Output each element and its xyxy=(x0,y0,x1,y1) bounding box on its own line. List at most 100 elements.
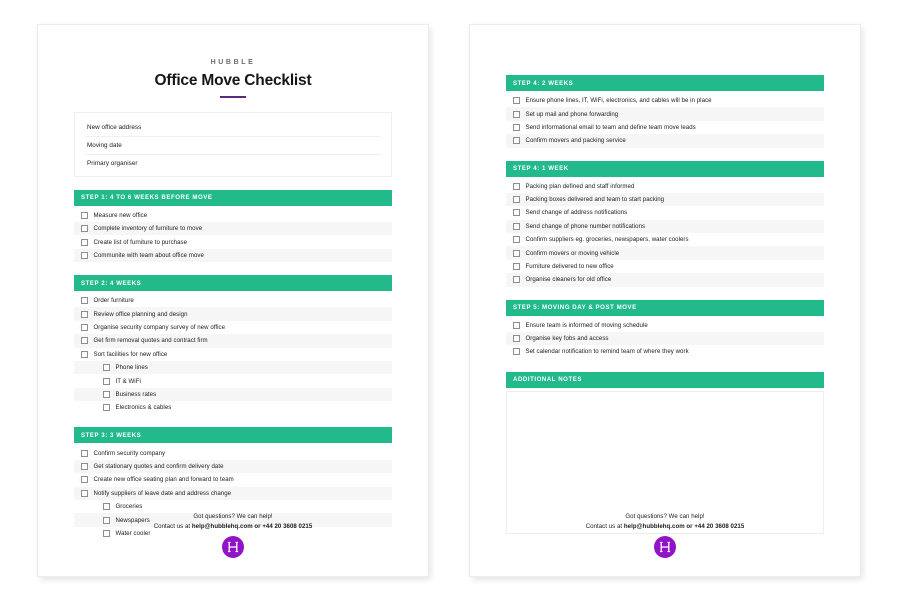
checkbox-icon[interactable] xyxy=(513,110,520,118)
checklist-item[interactable]: Packing plan defined and staff informed xyxy=(506,180,824,193)
move-details-box: New office address Moving date Primary o… xyxy=(74,111,392,177)
checkbox-icon[interactable] xyxy=(81,324,88,332)
checklist-item-label: Set calendar notification to remind team… xyxy=(525,348,689,356)
checklist-item[interactable]: Confirm security company xyxy=(74,446,392,459)
checklist-item-label: Ensure team is informed of moving schedu… xyxy=(525,321,648,329)
page-right: STEP 4: 2 WEEKS Ensure phone lines, IT, W… xyxy=(470,25,860,576)
checklist-item[interactable]: Measure new office xyxy=(74,209,392,222)
checklist-item[interactable]: Create new office seating plan and forwa… xyxy=(74,473,392,486)
checkbox-icon[interactable] xyxy=(81,211,88,219)
checklist-item[interactable]: Ensure team is informed of moving schedu… xyxy=(506,319,824,332)
checkbox-icon[interactable] xyxy=(103,404,110,412)
title-divider xyxy=(220,96,246,98)
checklist-items: Ensure team is informed of moving schedu… xyxy=(506,319,824,359)
checklist-item-label: Phone lines xyxy=(115,364,148,372)
checkbox-icon[interactable] xyxy=(513,137,520,145)
checklist-spread: HUBBLE Office Move Checklist New office … xyxy=(0,0,898,598)
checkbox-icon[interactable] xyxy=(81,463,88,471)
checklist-item[interactable]: Review office planning and design xyxy=(74,307,392,321)
checklist-item[interactable]: Confirm suppliers eg. groceries, newspap… xyxy=(506,233,824,246)
checklist-item[interactable]: Phone lines xyxy=(74,360,392,375)
checkbox-icon[interactable] xyxy=(81,310,88,318)
checklist-item[interactable]: Groceries xyxy=(74,500,392,513)
page-title: Office Move Checklist xyxy=(154,72,312,89)
checklist-item-label: Set up mail and phone forwarding xyxy=(525,110,619,118)
checklist-section-step-1-4-to-6-weeks-before-move: STEP 1: 4 TO 6 WEEKS BEFORE MOVE Measure … xyxy=(74,189,392,263)
checklist-items: Order furniture Review office planning an… xyxy=(74,294,392,414)
hubble-logo xyxy=(222,536,244,558)
checklist-item[interactable]: Notify suppliers of leave date and addre… xyxy=(74,486,392,500)
checklist-item-label: Review office planning and design xyxy=(93,310,188,318)
detail-field-primary-organiser[interactable]: Primary organiser xyxy=(85,155,381,172)
detail-field-new-office-address[interactable]: New office address xyxy=(85,119,381,137)
checklist-item[interactable]: Ensure phone lines, IT, WiFi, electronic… xyxy=(506,94,824,107)
checkbox-icon[interactable] xyxy=(513,196,520,204)
checklist-item[interactable]: Furniture delivered to new office xyxy=(506,260,824,273)
checkbox-icon[interactable] xyxy=(81,449,88,457)
checklist-item[interactable]: Send informational email to team and def… xyxy=(506,121,824,134)
document-header: HUBBLE Office Move Checklist xyxy=(74,25,392,98)
checkbox-icon[interactable] xyxy=(81,225,88,233)
checklist-item[interactable]: Get stationary quotes and confirm delive… xyxy=(74,459,392,474)
checklist-item[interactable]: Set calendar notification to remind team… xyxy=(506,345,824,358)
checkbox-icon[interactable] xyxy=(513,348,520,356)
checklist-item[interactable]: Send change of phone number notification… xyxy=(506,219,824,233)
hubble-h-icon xyxy=(659,541,671,553)
footer-contact-prefix: Contact us at xyxy=(153,523,192,530)
checklist-item-label: Packing boxes delivered and team to star… xyxy=(525,196,665,204)
checkbox-icon[interactable] xyxy=(513,209,520,217)
section-heading: STEP 1: 4 TO 6 WEEKS BEFORE MOVE xyxy=(74,189,392,206)
checkbox-icon[interactable] xyxy=(513,262,520,270)
checklist-item[interactable]: Organise security company survey of new … xyxy=(74,321,392,334)
checkbox-icon[interactable] xyxy=(81,251,88,259)
checklist-item[interactable]: Set up mail and phone forwarding xyxy=(506,107,824,121)
checkbox-icon[interactable] xyxy=(81,297,88,305)
footer-contact: Contact us at help@hubblehq.com or +44 2… xyxy=(74,523,392,530)
checklist-item[interactable]: Business rates xyxy=(74,387,392,402)
checkbox-icon[interactable] xyxy=(513,236,520,244)
checkbox-icon[interactable] xyxy=(513,123,520,131)
checklist-item-label: Furniture delivered to new office xyxy=(525,262,614,270)
checkbox-icon[interactable] xyxy=(81,489,88,497)
checklist-item[interactable]: Electronics & cables xyxy=(74,401,392,414)
checklist-item[interactable]: Order furniture xyxy=(74,294,392,307)
checklist-item[interactable]: Complete inventory of furniture to move xyxy=(74,221,392,236)
checklist-item[interactable]: Communite with team about office move xyxy=(74,248,392,263)
checkbox-icon[interactable] xyxy=(513,321,520,329)
checkbox-icon[interactable] xyxy=(513,182,520,190)
checklist-item-label: Organise security company survey of new … xyxy=(93,324,226,332)
detail-field-moving-date[interactable]: Moving date xyxy=(85,137,381,155)
checkbox-icon[interactable] xyxy=(103,390,110,398)
checkbox-icon[interactable] xyxy=(81,350,88,358)
checkbox-icon[interactable] xyxy=(513,276,520,284)
checklist-item[interactable]: Organise key fobs and access xyxy=(506,331,824,346)
checklist-item[interactable]: Confirm movers and packing service xyxy=(506,134,824,148)
checklist-item-label: Communite with team about office move xyxy=(93,251,204,259)
checkbox-icon[interactable] xyxy=(81,337,88,345)
checkbox-icon[interactable] xyxy=(81,238,88,246)
footer-contact-details[interactable]: help@hubblehq.com or +44 20 3608 0215 xyxy=(624,523,744,530)
checklist-item[interactable]: Organise cleaners for old office xyxy=(506,273,824,287)
checkbox-icon[interactable] xyxy=(103,364,110,372)
checklist-item[interactable]: Send change of address notifications xyxy=(506,206,824,219)
checkbox-icon[interactable] xyxy=(513,249,520,257)
checkbox-icon[interactable] xyxy=(513,97,520,105)
section-heading: STEP 4: 1 WEEK xyxy=(506,160,824,177)
checkbox-icon[interactable] xyxy=(513,222,520,230)
section-heading: STEP 2: 4 WEEKS xyxy=(74,275,392,292)
checklist-item[interactable]: Confirm movers or moving vehicle xyxy=(506,246,824,260)
additional-notes-section: ADDITIONAL NOTES xyxy=(506,371,824,534)
checkbox-icon[interactable] xyxy=(103,377,110,385)
checklist-item-label: Notify suppliers of leave date and addre… xyxy=(93,489,232,497)
checklist-item[interactable]: Get firm removal quotes and contract fir… xyxy=(74,334,392,348)
checkbox-icon[interactable] xyxy=(513,335,520,343)
checklist-item[interactable]: Sort facilities for new office xyxy=(74,348,392,361)
checklist-item[interactable]: IT & WiFi xyxy=(74,374,392,387)
footer-question: Got questions? We can help! xyxy=(193,513,273,520)
checklist-item[interactable]: Packing boxes delivered and team to star… xyxy=(506,192,824,207)
checklist-item-label: Create list of furniture to purchase xyxy=(93,238,188,246)
footer-contact-details[interactable]: help@hubblehq.com or +44 20 3608 0215 xyxy=(192,523,312,530)
checkbox-icon[interactable] xyxy=(81,476,88,484)
checklist-item[interactable]: Create list of furniture to purchase xyxy=(74,235,392,248)
checkbox-icon[interactable] xyxy=(103,503,110,511)
